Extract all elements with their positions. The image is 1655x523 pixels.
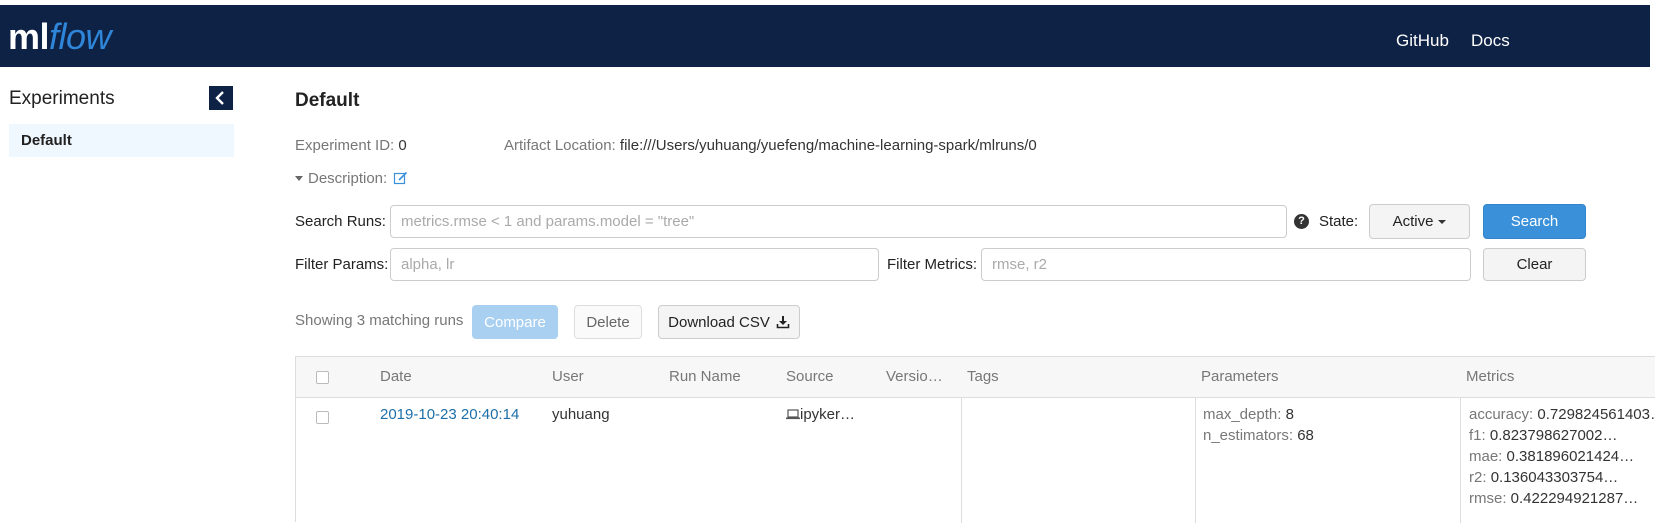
metric-key: rmse: bbox=[1469, 490, 1507, 507]
metric-value: 0.729824561403… bbox=[1537, 406, 1655, 423]
param-item: n_estimators: 68 bbox=[1203, 425, 1314, 446]
caret-down-icon bbox=[295, 176, 303, 181]
experiment-id-value: 0 bbox=[398, 137, 407, 154]
search-runs-label: Search Runs: bbox=[295, 213, 386, 230]
run-source-text: ipyker… bbox=[800, 406, 856, 423]
column-header-parameters: Parameters bbox=[1201, 368, 1279, 385]
column-header-metrics: Metrics bbox=[1466, 368, 1515, 385]
top-navbar: mlflow GitHub Docs bbox=[0, 5, 1650, 67]
table-header: Date User Run Name Source Versio… Tags P… bbox=[296, 357, 1655, 398]
logo-flow-text: flow bbox=[49, 16, 112, 57]
select-all-checkbox[interactable] bbox=[316, 371, 329, 384]
run-metrics: accuracy: 0.729824561403… f1: 0.82379862… bbox=[1469, 404, 1655, 509]
download-csv-label: Download CSV bbox=[668, 313, 770, 331]
description-label: Description: bbox=[308, 170, 388, 187]
param-key: max_depth: bbox=[1203, 406, 1282, 423]
runs-table: Date User Run Name Source Versio… Tags P… bbox=[295, 356, 1655, 523]
metric-item: f1: 0.823798627002… bbox=[1469, 425, 1655, 446]
metric-key: r2: bbox=[1469, 469, 1487, 486]
filter-params-input[interactable] bbox=[390, 248, 879, 281]
metric-item: r2: 0.136043303754… bbox=[1469, 467, 1655, 488]
metric-item: rmse: 0.422294921287… bbox=[1469, 488, 1655, 509]
param-value: 68 bbox=[1297, 427, 1314, 444]
matching-runs-count: Showing 3 matching runs bbox=[295, 312, 464, 329]
filter-metrics-input[interactable] bbox=[981, 248, 1471, 281]
delete-button[interactable]: Delete bbox=[574, 305, 642, 339]
artifact-location-value: file:///Users/yuhuang/yuefeng/machine-le… bbox=[619, 137, 1037, 154]
experiment-id: Experiment ID: 0 bbox=[295, 137, 407, 155]
state-dropdown-value: Active bbox=[1392, 213, 1434, 230]
nav-docs-link[interactable]: Docs bbox=[1471, 29, 1510, 53]
metric-value: 0.823798627002… bbox=[1489, 427, 1618, 444]
column-header-user[interactable]: User bbox=[552, 368, 584, 385]
run-date-link[interactable]: 2019-10-23 20:40:14 bbox=[380, 404, 519, 425]
compare-button[interactable]: Compare bbox=[472, 305, 558, 339]
filter-params-label: Filter Params: bbox=[295, 256, 389, 273]
metric-key: mae: bbox=[1469, 448, 1503, 465]
state-label: State: bbox=[1319, 213, 1359, 230]
param-value: 8 bbox=[1285, 406, 1294, 423]
mlflow-logo[interactable]: mlflow bbox=[8, 16, 112, 57]
search-runs-input[interactable] bbox=[390, 205, 1287, 238]
chevron-left-icon bbox=[215, 91, 224, 105]
artifact-location: Artifact Location: file:///Users/yuhuang… bbox=[504, 137, 1037, 155]
param-item: max_depth: 8 bbox=[1203, 404, 1314, 425]
filter-metrics-label: Filter Metrics: bbox=[887, 256, 977, 273]
column-header-tags[interactable]: Tags bbox=[967, 368, 999, 385]
column-header-run-name[interactable]: Run Name bbox=[669, 368, 741, 385]
run-user: yuhuang bbox=[552, 406, 610, 423]
experiment-title: Default bbox=[295, 90, 360, 111]
metric-value: 0.136043303754… bbox=[1490, 469, 1619, 486]
sidebar-item-default[interactable]: Default bbox=[9, 124, 234, 157]
search-button[interactable]: Search bbox=[1483, 204, 1586, 239]
column-header-version[interactable]: Versio… bbox=[886, 368, 943, 385]
metric-key: accuracy: bbox=[1469, 406, 1534, 423]
help-icon[interactable]: ? bbox=[1294, 214, 1309, 229]
description-toggle[interactable]: Description: bbox=[295, 170, 408, 187]
logo-ml-text: ml bbox=[8, 16, 50, 57]
collapse-sidebar-button[interactable] bbox=[209, 86, 233, 110]
metric-key: f1: bbox=[1469, 427, 1486, 444]
laptop-icon bbox=[786, 409, 800, 420]
download-icon bbox=[776, 316, 790, 329]
clear-button[interactable]: Clear bbox=[1483, 248, 1586, 281]
metric-value: 0.422294921287… bbox=[1510, 490, 1639, 507]
table-row: 2019-10-23 20:40:14 yuhuang ipyker… max_… bbox=[296, 397, 1655, 523]
download-csv-button[interactable]: Download CSV bbox=[658, 305, 800, 339]
column-header-date[interactable]: Date bbox=[380, 368, 412, 385]
artifact-location-label: Artifact Location: bbox=[504, 137, 616, 154]
sidebar-title: Experiments bbox=[9, 88, 115, 109]
run-parameters: max_depth: 8 n_estimators: 68 bbox=[1203, 404, 1314, 446]
experiment-id-label: Experiment ID: bbox=[295, 137, 395, 154]
run-source[interactable]: ipyker… bbox=[786, 404, 855, 425]
metric-item: mae: 0.381896021424… bbox=[1469, 446, 1655, 467]
metric-item: accuracy: 0.729824561403… bbox=[1469, 404, 1655, 425]
state-dropdown[interactable]: Active bbox=[1369, 204, 1470, 239]
edit-icon[interactable] bbox=[393, 171, 408, 186]
caret-down-icon bbox=[1438, 219, 1447, 224]
param-key: n_estimators: bbox=[1203, 427, 1294, 444]
row-checkbox[interactable] bbox=[316, 411, 329, 424]
nav-github-link[interactable]: GitHub bbox=[1396, 29, 1449, 53]
column-header-source[interactable]: Source bbox=[786, 368, 834, 385]
metric-value: 0.381896021424… bbox=[1506, 448, 1635, 465]
